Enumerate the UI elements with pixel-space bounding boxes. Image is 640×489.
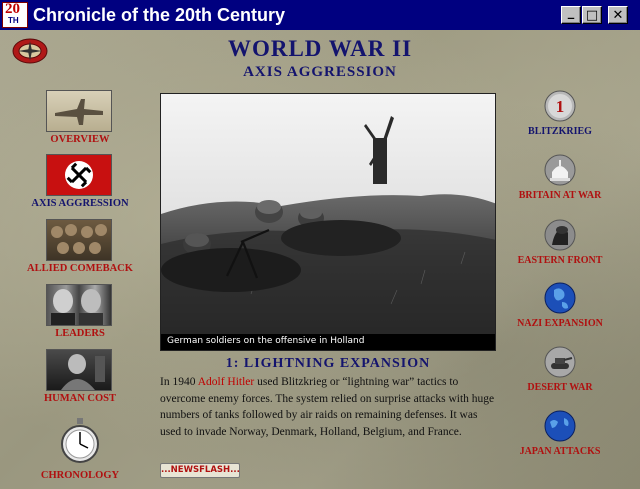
globe-icon — [544, 282, 576, 314]
minimize-icon: _ — [567, 4, 575, 20]
swastika-flag-icon — [46, 154, 112, 196]
app-window: 20 TH Chronicle of the 20th Century _ □ … — [0, 0, 640, 489]
nav-label: EASTERN FRONT — [517, 255, 603, 266]
nav-leaders[interactable]: LEADERS — [12, 284, 152, 346]
compass-icon[interactable] — [12, 37, 48, 65]
nav-label: AXIS AGGRESSION — [31, 198, 129, 209]
minimize-button[interactable]: _ — [561, 4, 581, 24]
badge-number: 1 — [556, 97, 565, 116]
article-text-start: In 1940 — [160, 376, 198, 388]
app-icon-suffix: TH — [8, 16, 19, 25]
main-content: WORLD WAR II AXIS AGGRESSION OVERVIEW AX… — [0, 30, 640, 489]
nav-japan-attacks[interactable]: JAPAN ATTACKS — [500, 410, 620, 472]
window-title: Chronicle of the 20th Century — [33, 5, 286, 25]
nav-label: HUMAN COST — [43, 393, 117, 404]
nav-britain-at-war[interactable]: BRITAIN AT WAR — [500, 154, 620, 216]
nav-label: CHRONOLOGY — [40, 470, 120, 481]
title-bar[interactable]: 20 TH Chronicle of the 20th Century _ □ … — [0, 0, 640, 30]
nav-axis-aggression[interactable]: AXIS AGGRESSION — [12, 154, 152, 216]
maximize-icon: □ — [585, 7, 599, 23]
nav-eastern-front[interactable]: EASTERN FRONT — [500, 219, 620, 281]
nav-desert-war[interactable]: DESERT WAR — [500, 346, 620, 408]
nav-label: LEADERS — [55, 328, 105, 339]
soldiers-thumb-icon — [46, 219, 112, 261]
close-icon: ✕ — [612, 7, 624, 23]
nav-label: DESERT WAR — [527, 382, 593, 393]
nav-label: BRITAIN AT WAR — [518, 190, 602, 201]
article-heading: 1: LIGHTNING EXPANSION — [225, 356, 431, 371]
maximize-button[interactable]: □ — [582, 6, 602, 24]
human-cost-thumb-icon — [46, 349, 112, 391]
nav-label: OVERVIEW — [50, 134, 110, 145]
page-subtitle: AXIS AGGRESSION — [243, 64, 397, 80]
nav-overview[interactable]: OVERVIEW — [12, 90, 152, 152]
nav-label: NAZI EXPANSION — [517, 318, 603, 329]
plane-thumb-icon — [46, 90, 112, 132]
nav-chronology[interactable]: CHRONOLOGY — [12, 418, 152, 481]
battlefield-photo — [161, 94, 495, 336]
capitol-dome-icon — [544, 154, 576, 186]
nav-allied-comeback[interactable]: ALLIED COMEBACK — [12, 219, 152, 281]
app-icon[interactable]: 20 TH — [2, 1, 28, 28]
photo-caption: German soldiers on the offensive in Holl… — [161, 334, 495, 350]
stopwatch-icon — [61, 418, 99, 463]
nav-label: BLITZKRIEG — [528, 126, 592, 137]
page-title: WORLD WAR II — [227, 36, 413, 61]
leaders-thumb-icon — [46, 284, 112, 326]
article-body: In 1940 Adolf Hitler used Blitzkrieg or … — [160, 374, 496, 440]
close-button[interactable]: ✕ — [608, 6, 628, 24]
nav-nazi-expansion[interactable]: NAZI EXPANSION — [500, 282, 620, 344]
globe-pacific-icon — [544, 410, 576, 442]
number-badge-icon: 1 — [544, 90, 576, 122]
hitler-link[interactable]: Adolf Hitler — [198, 376, 255, 388]
nav-blitzkrieg[interactable]: 1 BLITZKRIEG — [500, 90, 620, 152]
newsflash-button[interactable]: ...NEWSFLASH... — [160, 463, 240, 478]
nav-human-cost[interactable]: HUMAN COST — [12, 349, 152, 411]
main-photo: German soldiers on the offensive in Holl… — [160, 93, 496, 351]
soldier-silhouette-icon — [544, 219, 576, 251]
nav-label: ALLIED COMEBACK — [27, 263, 133, 274]
tank-icon — [544, 346, 576, 378]
nav-label: JAPAN ATTACKS — [519, 446, 601, 457]
